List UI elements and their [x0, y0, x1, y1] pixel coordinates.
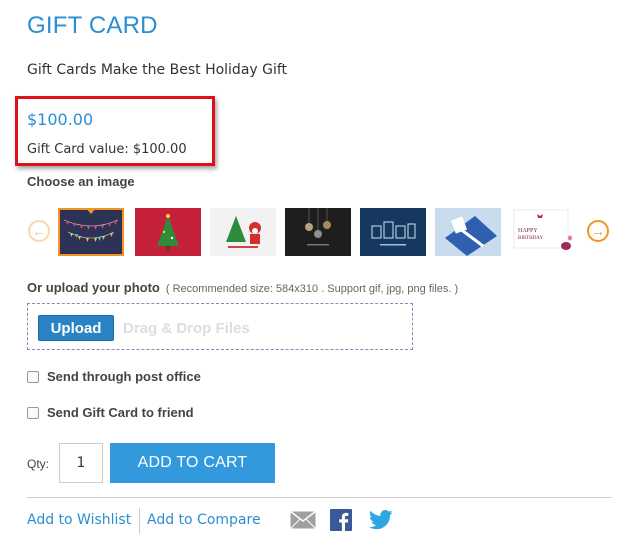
- gift-box-card-image: [435, 208, 501, 256]
- happy-birthday-card-image: HAPPY BIRTHDAY: [510, 208, 576, 256]
- send-to-friend-option[interactable]: Send Gift Card to friend: [27, 405, 194, 420]
- carousel-prev-arrow-icon[interactable]: ←: [28, 220, 50, 242]
- upload-photo-line: Or upload your photo ( Recommended size: …: [27, 280, 458, 295]
- gift-card-thumbnail[interactable]: [360, 208, 426, 256]
- product-title: GIFT CARD: [27, 12, 158, 39]
- bunting-card-image: [60, 210, 122, 254]
- facebook-icon[interactable]: [330, 509, 352, 531]
- add-to-cart-button[interactable]: ADD TO CART: [110, 443, 275, 483]
- product-price: $100.00: [27, 110, 94, 129]
- qty-label: Qty:: [27, 457, 50, 471]
- twitter-icon[interactable]: [369, 510, 393, 530]
- drag-drop-text: Drag & Drop Files: [123, 320, 250, 337]
- gift-card-thumbnail[interactable]: [435, 208, 501, 256]
- post-office-checkbox[interactable]: [27, 370, 39, 383]
- product-subtitle: Gift Cards Make the Best Holiday Gift: [27, 62, 288, 78]
- qty-input[interactable]: 1: [59, 443, 103, 483]
- post-office-label: Send through post office: [47, 369, 201, 384]
- add-to-wishlist-link[interactable]: Add to Wishlist: [27, 512, 131, 528]
- gift-card-value: Gift Card value: $100.00: [27, 142, 187, 157]
- link-separator: [139, 508, 140, 534]
- svg-text:HAPPY: HAPPY: [518, 228, 538, 234]
- gift-card-thumbnail[interactable]: [135, 208, 201, 256]
- divider: [27, 497, 612, 498]
- upload-photo-label: Or upload your photo: [27, 280, 160, 295]
- upload-hint: ( Recommended size: 584x310 . Support gi…: [165, 283, 459, 295]
- gift-card-thumbnail[interactable]: [285, 208, 351, 256]
- gift-card-thumbnail[interactable]: HAPPY BIRTHDAY: [510, 208, 576, 256]
- add-to-compare-link[interactable]: Add to Compare: [147, 512, 261, 528]
- christmas-tree-card-image: [135, 208, 201, 256]
- email-icon[interactable]: [290, 511, 316, 529]
- carousel-next-arrow-icon[interactable]: →: [587, 220, 609, 242]
- post-office-option[interactable]: Send through post office: [27, 369, 201, 384]
- selected-marker-icon: [86, 210, 96, 214]
- send-to-friend-label: Send Gift Card to friend: [47, 405, 194, 420]
- choose-image-label: Choose an image: [27, 174, 135, 189]
- send-to-friend-checkbox[interactable]: [27, 406, 39, 419]
- gift-card-thumbnail[interactable]: [210, 208, 276, 256]
- santa-tree-card-image: [210, 208, 276, 256]
- upload-button[interactable]: Upload: [38, 315, 114, 341]
- svg-text:BIRTHDAY: BIRTHDAY: [518, 236, 543, 241]
- gift-card-thumbnail[interactable]: [58, 208, 124, 256]
- ornaments-card-image: [285, 208, 351, 256]
- holiday-gifts-card-image: [360, 208, 426, 256]
